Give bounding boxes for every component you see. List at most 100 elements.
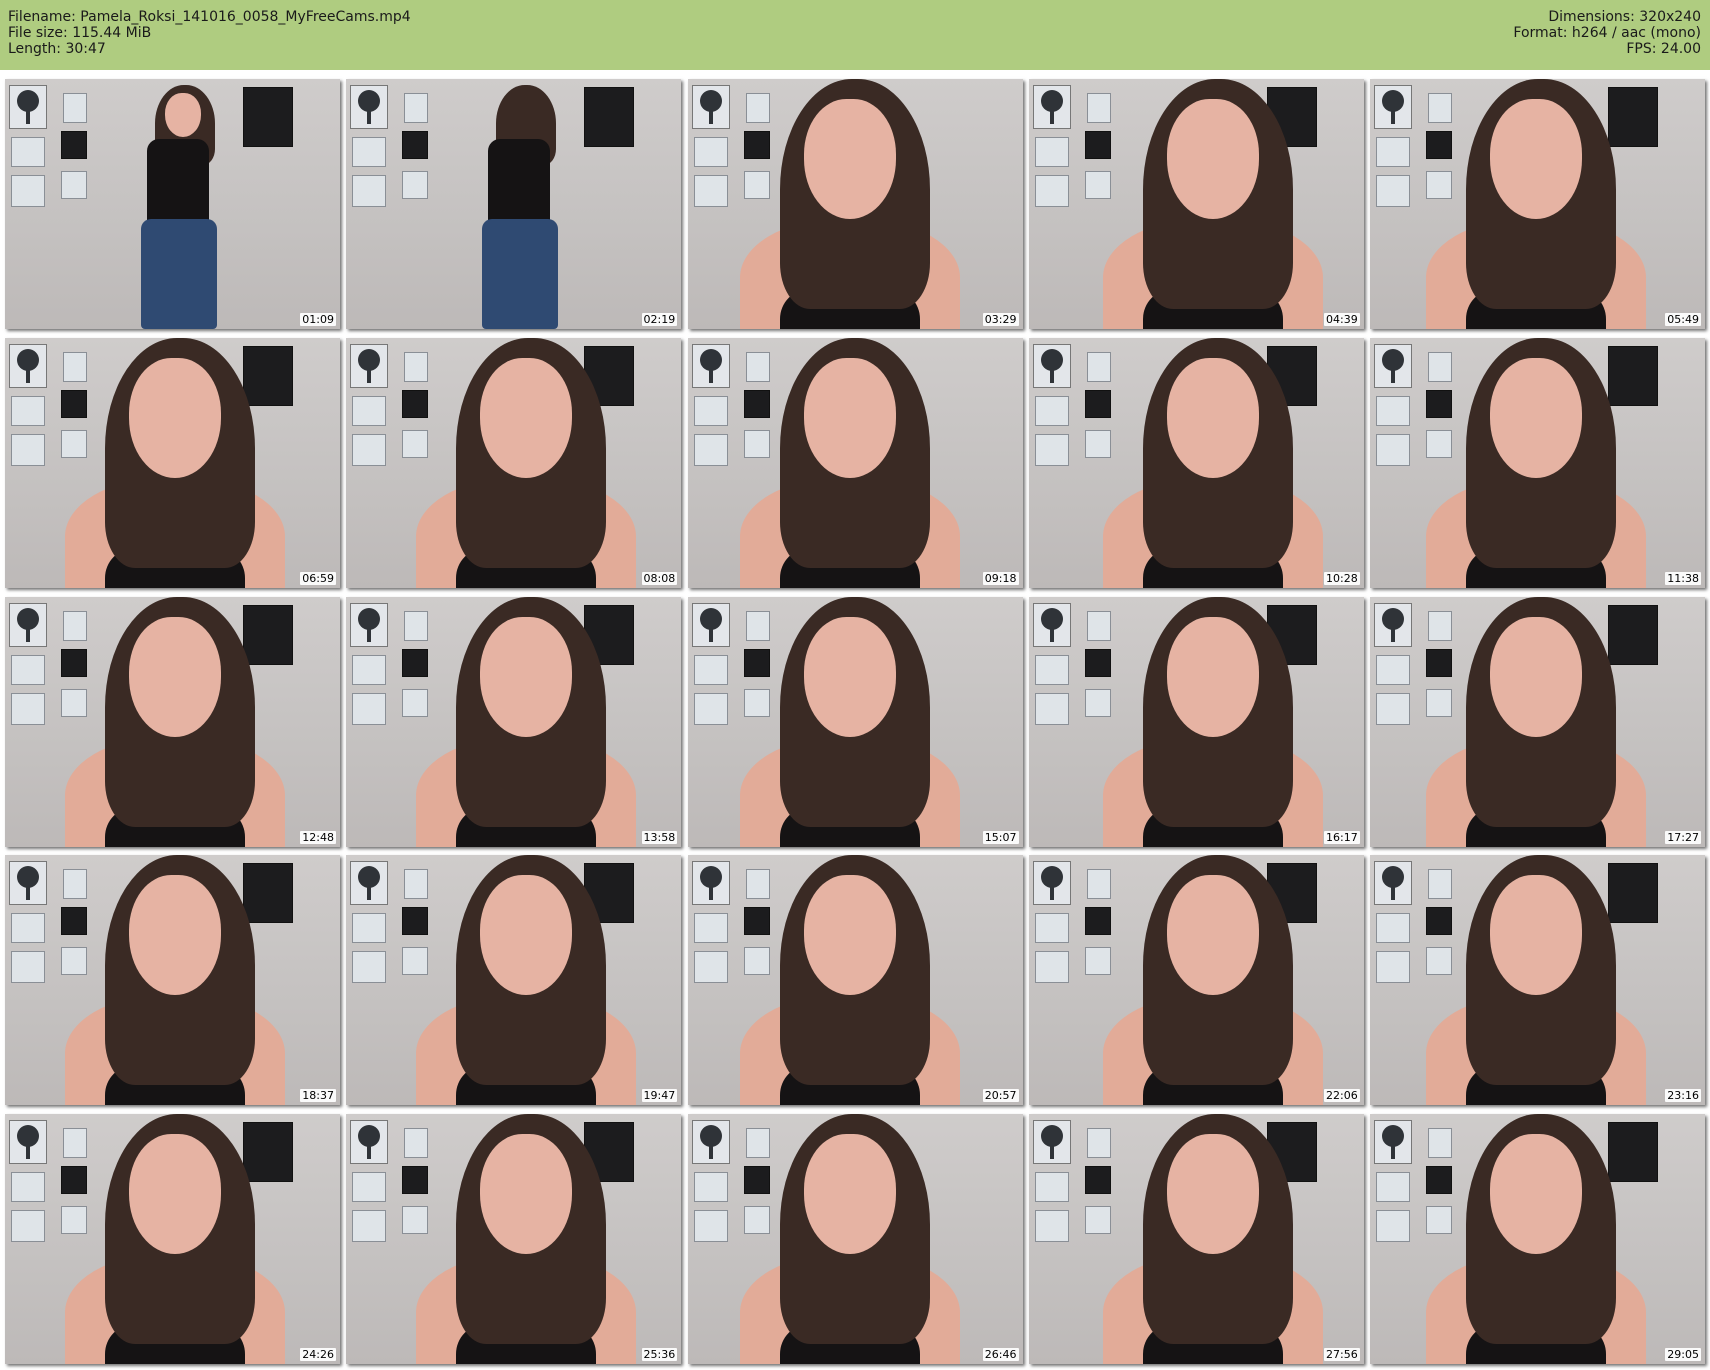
- file-info-left: Filename: Pamela_Roksi_141016_0058_MyFre…: [8, 9, 411, 57]
- person-figure-image: [1029, 1114, 1364, 1364]
- video-frame-thumbnail[interactable]: 13:58: [346, 596, 682, 847]
- face-shape: [129, 357, 221, 478]
- video-frame-thumbnail[interactable]: 19:47: [346, 855, 682, 1106]
- frame-image: [687, 337, 1023, 588]
- timestamp-label: 02:19: [641, 313, 678, 326]
- person-figure-image: [1370, 337, 1705, 588]
- video-frame-thumbnail[interactable]: 06:59: [5, 337, 340, 588]
- person-figure-image: [688, 855, 1023, 1106]
- video-frame-thumbnail[interactable]: 05:49: [1370, 79, 1705, 329]
- video-frame-thumbnail[interactable]: 25:36: [346, 1114, 682, 1364]
- video-frame-thumbnail[interactable]: 01:09: [5, 79, 340, 329]
- face-shape: [165, 93, 201, 137]
- frame-image: [1370, 79, 1705, 329]
- face-shape: [803, 1134, 896, 1254]
- frame-image: [687, 596, 1023, 847]
- timestamp-label: 12:48: [300, 830, 336, 844]
- person-figure-image: [5, 337, 340, 588]
- timestamp-label: 06:59: [300, 571, 336, 585]
- video-frame-thumbnail[interactable]: 02:19: [346, 79, 682, 329]
- frame-image: [1370, 855, 1705, 1106]
- timestamp-label: 22:06: [1324, 1089, 1360, 1103]
- video-frame-thumbnail[interactable]: 08:08: [346, 337, 682, 588]
- frame-image: [1370, 1114, 1705, 1364]
- filesize-text: File size: 115.44 MiB: [8, 25, 152, 41]
- face-shape: [1166, 616, 1259, 737]
- frame-image: [1370, 596, 1705, 847]
- timestamp-label: 25:36: [641, 1348, 678, 1361]
- timestamp-label: 03:29: [982, 313, 1019, 326]
- person-figure-image: [688, 1114, 1023, 1364]
- file-info-right: Dimensions: 320x240 Format: h264 / aac (…: [1513, 9, 1701, 57]
- person-figure-image: [688, 337, 1023, 588]
- timestamp-label: 24:26: [300, 1348, 336, 1361]
- timestamp-label: 17:27: [1665, 830, 1701, 844]
- person-figure-image: [1029, 337, 1364, 588]
- person-figure-image: [346, 337, 681, 588]
- timestamp-label: 16:17: [1324, 830, 1360, 844]
- format-text: Format: h264 / aac (mono): [1513, 25, 1701, 41]
- video-frame-thumbnail[interactable]: 18:37: [5, 855, 340, 1106]
- frame-image: [346, 855, 682, 1106]
- video-frame-thumbnail[interactable]: 26:46: [687, 1114, 1023, 1364]
- face-shape: [129, 616, 221, 737]
- video-frame-thumbnail[interactable]: 17:27: [1370, 596, 1705, 847]
- video-frame-thumbnail[interactable]: 12:48: [5, 596, 340, 847]
- timestamp-label: 19:47: [641, 1089, 678, 1103]
- video-frame-thumbnail[interactable]: 22:06: [1028, 855, 1364, 1106]
- timestamp-label: 04:39: [1324, 313, 1360, 326]
- video-frame-thumbnail[interactable]: 04:39: [1028, 79, 1364, 329]
- video-frame-thumbnail[interactable]: 24:26: [5, 1114, 340, 1364]
- person-figure-image: [5, 1114, 340, 1364]
- timestamp-label: 01:09: [300, 313, 336, 326]
- frame-image: [687, 79, 1023, 329]
- timestamp-label: 08:08: [641, 571, 678, 585]
- video-frame-thumbnail[interactable]: 11:38: [1370, 337, 1705, 588]
- timestamp-label: 20:57: [982, 1089, 1019, 1103]
- video-frame-thumbnail[interactable]: 20:57: [687, 855, 1023, 1106]
- person-figure-image: [346, 79, 681, 329]
- video-frame-thumbnail[interactable]: 15:07: [687, 596, 1023, 847]
- face-shape: [1166, 99, 1259, 219]
- face-shape: [1490, 616, 1582, 737]
- face-shape: [480, 1134, 573, 1254]
- clothing-shape: [141, 219, 217, 329]
- person-figure-image: [5, 855, 340, 1106]
- frame-image: [1028, 596, 1364, 847]
- face-shape: [480, 616, 573, 737]
- frame-image: [1370, 337, 1705, 588]
- video-frame-thumbnail[interactable]: 09:18: [687, 337, 1023, 588]
- video-frame-thumbnail[interactable]: 10:28: [1028, 337, 1364, 588]
- face-shape: [803, 357, 896, 478]
- frame-image: [5, 596, 340, 847]
- person-figure-image: [1370, 1114, 1705, 1364]
- face-shape: [480, 357, 573, 478]
- face-shape: [1490, 99, 1582, 219]
- timestamp-label: 26:46: [982, 1348, 1019, 1361]
- timestamp-label: 11:38: [1665, 571, 1701, 585]
- timestamp-label: 05:49: [1665, 313, 1701, 326]
- face-shape: [1166, 357, 1259, 478]
- timestamp-label: 10:28: [1324, 571, 1360, 585]
- frame-image: [687, 1114, 1023, 1364]
- face-shape: [803, 875, 896, 996]
- person-figure-image: [346, 596, 681, 847]
- dimensions-text: Dimensions: 320x240: [1548, 9, 1701, 25]
- video-frame-thumbnail[interactable]: 23:16: [1370, 855, 1705, 1106]
- frame-image: [5, 79, 340, 329]
- frame-image: [1028, 855, 1364, 1106]
- video-frame-thumbnail[interactable]: 03:29: [687, 79, 1023, 329]
- person-figure-image: [688, 596, 1023, 847]
- filename-text: Filename: Pamela_Roksi_141016_0058_MyFre…: [8, 9, 411, 25]
- video-frame-thumbnail[interactable]: 27:56: [1028, 1114, 1364, 1364]
- person-figure-image: [346, 855, 681, 1106]
- clothing-shape: [147, 139, 209, 229]
- video-frame-thumbnail[interactable]: 16:17: [1028, 596, 1364, 847]
- face-shape: [803, 99, 896, 219]
- timestamp-label: 09:18: [982, 571, 1019, 585]
- clothing-shape: [488, 139, 551, 229]
- video-frame-thumbnail[interactable]: 29:05: [1370, 1114, 1705, 1364]
- person-figure-image: [1370, 855, 1705, 1106]
- person-figure-image: [1029, 596, 1364, 847]
- face-shape: [1490, 1134, 1582, 1254]
